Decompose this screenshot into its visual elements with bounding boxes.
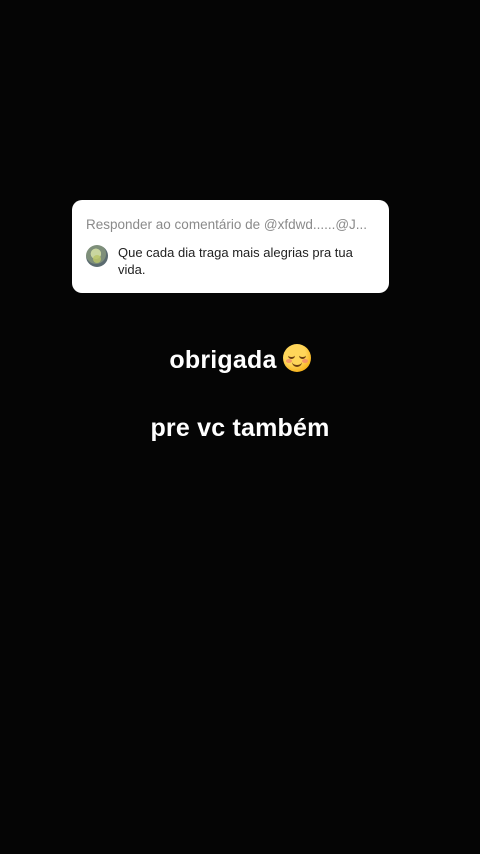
caption-line-1-text: obrigada xyxy=(169,346,277,374)
reply-comment-body: Que cada dia traga mais alegrias pra tua… xyxy=(86,244,375,278)
caption-line-2: pre vc também xyxy=(150,414,330,442)
avatar xyxy=(86,245,108,267)
caption-line-1: obrigada xyxy=(0,344,480,375)
reply-header: Responder ao comentário de @xfdwd......@… xyxy=(86,217,368,232)
video-screen[interactable]: Responder ao comentário de @xfdwd......@… xyxy=(0,0,480,854)
reply-comment-card[interactable]: Responder ao comentário de @xfdwd......@… xyxy=(72,200,389,293)
smiling-face-icon xyxy=(282,344,311,372)
reply-comment-text: Que cada dia traga mais alegrias pra tua… xyxy=(118,245,353,277)
